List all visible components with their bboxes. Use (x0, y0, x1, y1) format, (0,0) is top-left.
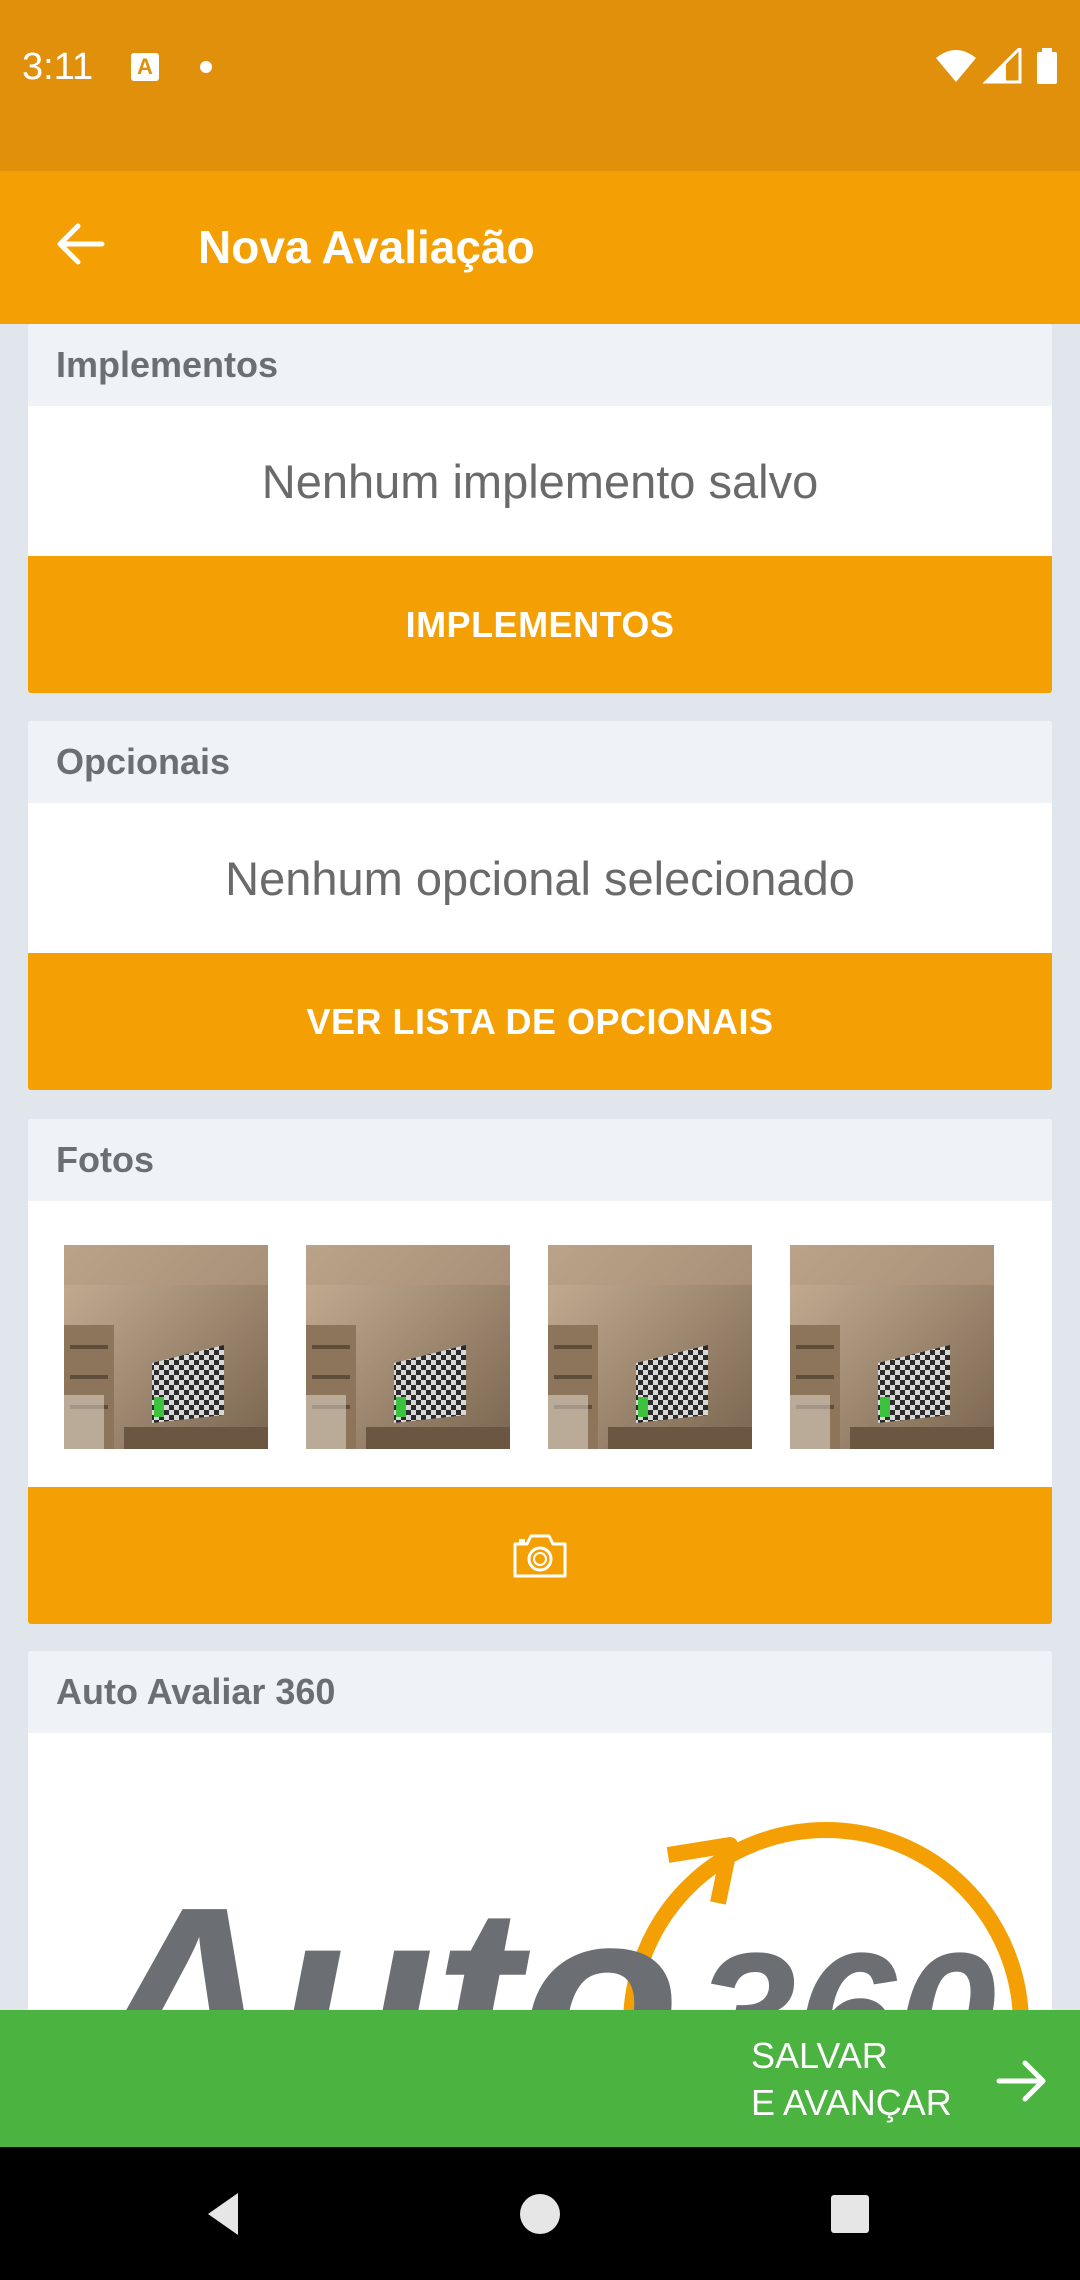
battery-icon (1037, 48, 1057, 84)
wifi-icon (936, 50, 976, 82)
save-label-line1: SALVAR (751, 2035, 888, 2076)
fotos-header: Fotos (28, 1119, 1052, 1201)
logo-number: 360 (696, 1916, 996, 2010)
status-icons (936, 48, 1058, 86)
notification-dot-icon (200, 61, 212, 73)
system-nav-bar (0, 2147, 1080, 2280)
ver-lista-opcionais-button[interactable]: VER LISTA DE OPCIONAIS (28, 953, 1052, 1090)
photo-thumbnail[interactable] (790, 1245, 994, 1449)
nav-back-icon[interactable] (198, 2187, 252, 2241)
camera-button[interactable] (28, 1487, 1052, 1624)
opcionais-card: Opcionais Nenhum opcional selecionado VE… (28, 721, 1052, 1090)
nav-home-icon[interactable] (513, 2187, 567, 2241)
page-title: Nova Avaliação (198, 221, 535, 273)
photo-thumbnail[interactable] (548, 1245, 752, 1449)
save-label: SALVAR E AVANÇAR (751, 2032, 991, 2126)
implementos-empty-text: Nenhum implemento salvo (261, 454, 819, 508)
implementos-card: Implementos Nenhum implemento salvo IMPL… (28, 324, 1052, 693)
save-label-line2: E AVANÇAR (751, 2082, 952, 2123)
form-content[interactable]: Implementos Nenhum implemento salvo IMPL… (0, 324, 1080, 2010)
opcionais-empty-text: Nenhum opcional selecionado (225, 851, 855, 905)
implementos-header: Implementos (28, 324, 1052, 406)
photos-row (28, 1201, 1052, 1487)
arrow-right-icon (995, 2053, 1051, 2109)
save-and-next-button[interactable]: SALVAR E AVANÇAR (0, 2010, 1080, 2147)
photo-thumbnail[interactable] (64, 1245, 268, 1449)
opcionais-header: Opcionais (28, 721, 1052, 803)
cell-signal-icon (982, 48, 1022, 84)
nav-recents-icon[interactable] (823, 2187, 877, 2241)
fotos-card: Fotos (28, 1119, 1052, 1624)
auto-avaliar-card: Auto Avaliar 360 Auto 360 (28, 1651, 1052, 2010)
status-time: 3:11 (22, 46, 94, 88)
auto-avaliar-header: Auto Avaliar 360 (28, 1651, 1052, 1733)
photo-thumbnail[interactable] (306, 1245, 510, 1449)
camera-icon (513, 1534, 567, 1577)
logo-text: Auto (80, 1854, 680, 2010)
notification-app-icon: A (131, 53, 159, 81)
implementos-button[interactable]: IMPLEMENTOS (28, 556, 1052, 693)
auto-avaliar-logo: Auto 360 (28, 1733, 1052, 2010)
back-arrow-icon[interactable] (52, 217, 106, 271)
app-bar: Nova Avaliação (0, 171, 1080, 324)
status-bar: 3:11 A (0, 0, 1080, 171)
